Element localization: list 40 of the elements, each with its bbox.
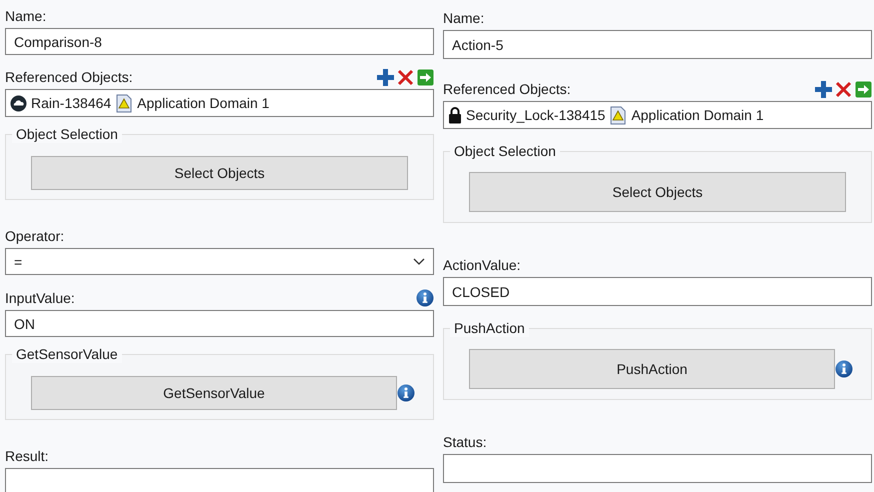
text-field[interactable]: ON [5,310,434,337]
text-field[interactable]: Comparison-8 [5,28,434,55]
padlock-icon [448,106,462,124]
field-label: Operator: [5,228,66,245]
delete-icon[interactable] [835,81,852,98]
dropdown-field[interactable]: = [5,248,434,275]
action-button[interactable]: Select Objects [469,172,846,212]
delete-icon[interactable] [397,69,414,86]
text-field[interactable]: Action-5 [443,30,872,59]
info-icon[interactable] [397,384,415,402]
arrow-right-icon[interactable] [417,69,434,86]
arrow-right-icon[interactable] [855,81,872,98]
text-field[interactable]: CLOSED [443,277,872,306]
domain-name: Application Domain 1 [137,95,270,111]
action-button[interactable]: GetSensorValue [31,376,397,410]
text-field[interactable] [5,468,434,492]
field-label: Name: [443,10,486,27]
cloud-icon [10,94,27,112]
object-name: Rain-138464 [31,95,112,111]
field-label: InputValue: [5,290,75,307]
object-name: Security_Lock-138415 [466,107,606,123]
action-button[interactable]: Select Objects [31,156,408,190]
info-icon[interactable] [416,289,434,307]
field-label: Result: [5,448,50,465]
field-label: Referenced Objects: [5,69,133,86]
document-warning-icon [115,94,134,112]
field-label: Name: [5,8,48,25]
document-warning-icon [609,106,628,124]
domain-name: Application Domain 1 [631,107,764,123]
action-button[interactable]: PushAction [469,349,835,389]
text-field[interactable] [443,454,872,483]
referenced-objects-field[interactable]: Rain-138464 Application Domain 1 [5,89,434,117]
field-label: Status: [443,434,488,451]
plus-icon[interactable] [815,81,832,98]
info-icon[interactable] [835,360,853,378]
referenced-objects-field[interactable]: Security_Lock-138415 Application Domain 1 [443,101,872,129]
field-label: Referenced Objects: [443,81,571,98]
plus-icon[interactable] [377,69,394,86]
field-label: ActionValue: [443,257,522,274]
chevron-down-icon [413,258,425,266]
